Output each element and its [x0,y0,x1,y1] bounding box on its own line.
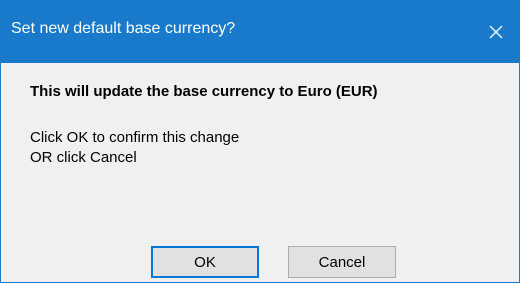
cancel-button[interactable]: Cancel [288,246,396,278]
message-line-confirm: Click OK to confirm this change [30,129,240,146]
dialog-title: Set new default base currency? [11,20,236,37]
close-icon [489,25,503,39]
dialog-body: This will update the base currency to Eu… [1,63,519,282]
message-line-cancel: OR click Cancel [30,149,137,166]
ok-button[interactable]: OK [151,246,259,278]
close-button[interactable] [473,1,519,63]
confirm-dialog: Set new default base currency? This will… [0,0,520,283]
title-bar[interactable]: Set new default base currency? [1,1,519,63]
message-headline: This will update the base currency to Eu… [30,83,378,100]
